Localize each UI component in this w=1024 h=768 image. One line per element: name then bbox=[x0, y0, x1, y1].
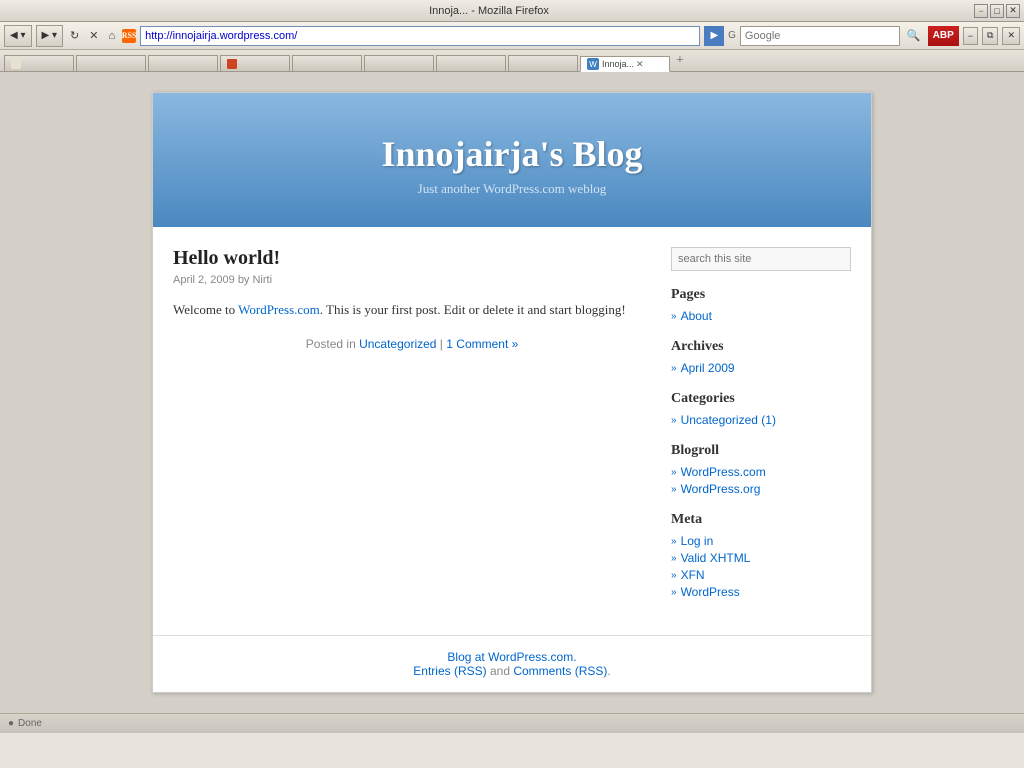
search-label: G bbox=[728, 30, 736, 41]
tab-close-icon[interactable]: ✕ bbox=[636, 59, 644, 70]
maximize-button[interactable]: □ bbox=[990, 4, 1004, 18]
april2009-link[interactable]: April 2009 bbox=[681, 361, 735, 375]
go-button[interactable]: ▶ bbox=[704, 26, 724, 46]
window-restore-small[interactable]: ⧉ bbox=[982, 27, 998, 45]
entries-rss-link[interactable]: Entries (RSS) bbox=[413, 664, 486, 678]
about-link[interactable]: About bbox=[681, 309, 712, 323]
sidebar-item-april2009: » April 2009 bbox=[671, 361, 851, 375]
post-title: Hello world! bbox=[173, 247, 651, 270]
active-tab-label: Innoja... bbox=[602, 59, 634, 69]
sidebar-item-xfn: » XFN bbox=[671, 568, 851, 582]
uncategorized-link[interactable]: Uncategorized (1) bbox=[681, 413, 776, 427]
blog-post: Hello world! April 2, 2009 by Nirti Welc… bbox=[173, 247, 651, 351]
sidebar-item-wordpress: » WordPress bbox=[671, 585, 851, 599]
sidebar-categories: Categories » Uncategorized (1) bbox=[671, 391, 851, 427]
post-meta: April 2, 2009 by Nirti bbox=[173, 274, 651, 286]
blogroll-heading: Blogroll bbox=[671, 443, 851, 459]
sidebar-item-wporg: » WordPress.org bbox=[671, 482, 851, 496]
post-footer: Posted in Uncategorized | 1 Comment » bbox=[173, 337, 651, 351]
blog-container: Innojairja's Blog Just another WordPress… bbox=[152, 92, 872, 693]
chevron-icon-categories: » bbox=[671, 415, 677, 426]
sidebar-search-input[interactable] bbox=[671, 247, 851, 271]
categories-heading: Categories bbox=[671, 391, 851, 407]
blog-title: Innojairja's Blog bbox=[173, 133, 851, 175]
browser-window: Innoja... - Mozilla Firefox − □ ✕ ◀ ▾ ▶ … bbox=[0, 0, 1024, 768]
sidebar-archives: Archives » April 2009 bbox=[671, 339, 851, 375]
chevron-icon-about: » bbox=[671, 311, 677, 322]
back-button[interactable]: ◀ ▾ bbox=[4, 25, 32, 47]
tab-active[interactable]: W Innoja... ✕ bbox=[580, 56, 670, 72]
pages-heading: Pages bbox=[671, 287, 851, 303]
tab-1[interactable] bbox=[4, 55, 74, 71]
browser-toolbar: ◀ ▾ ▶ ▾ ↻ ✕ ⌂ RSS ▶ G 🔍 ABP − ⧉ ✕ bbox=[0, 22, 1024, 50]
close-button[interactable]: ✕ bbox=[1006, 4, 1020, 18]
xfn-link[interactable]: XFN bbox=[681, 568, 705, 582]
chevron-icon-archives: » bbox=[671, 363, 677, 374]
meta-heading: Meta bbox=[671, 512, 851, 528]
wp-favicon: W bbox=[587, 58, 599, 70]
tab-5[interactable] bbox=[292, 55, 362, 71]
adblock-button[interactable]: ABP bbox=[928, 26, 959, 46]
address-bar[interactable] bbox=[140, 26, 700, 46]
address-bar-area: RSS ▶ bbox=[122, 26, 724, 46]
reload-button[interactable]: ↻ bbox=[67, 28, 82, 43]
sidebar-item-login: » Log in bbox=[671, 534, 851, 548]
sidebar-item-uncategorized: » Uncategorized (1) bbox=[671, 413, 851, 427]
tabs-bar: W Innoja... ✕ + bbox=[0, 50, 1024, 72]
status-dot: ● bbox=[8, 718, 14, 729]
status-text: Done bbox=[18, 718, 42, 729]
sidebar-pages: Pages » About bbox=[671, 287, 851, 323]
chevron-icon-xhtml: » bbox=[671, 553, 677, 564]
chevron-icon-wordpress: » bbox=[671, 587, 677, 598]
rss-icon[interactable]: RSS bbox=[122, 29, 136, 43]
archives-heading: Archives bbox=[671, 339, 851, 355]
xhtml-link[interactable]: Valid XHTML bbox=[681, 551, 751, 565]
page-content-area: Innojairja's Blog Just another WordPress… bbox=[0, 72, 1024, 713]
wporg-link[interactable]: WordPress.org bbox=[681, 482, 761, 496]
status-bar: ● Done bbox=[0, 713, 1024, 733]
content-area: Hello world! April 2, 2009 by Nirti Welc… bbox=[153, 227, 871, 635]
blog-header: Innojairja's Blog Just another WordPress… bbox=[153, 93, 871, 227]
wpcom-link[interactable]: WordPress.com bbox=[681, 465, 766, 479]
comment-link[interactable]: 1 Comment » bbox=[446, 337, 518, 351]
title-bar: Innoja... - Mozilla Firefox − □ ✕ bbox=[0, 0, 1024, 22]
chevron-icon-wporg: » bbox=[671, 484, 677, 495]
login-link[interactable]: Log in bbox=[681, 534, 714, 548]
sidebar-blogroll: Blogroll » WordPress.com » WordPress.org bbox=[671, 443, 851, 496]
category-link[interactable]: Uncategorized bbox=[359, 337, 436, 351]
sidebar-item-about: » About bbox=[671, 309, 851, 323]
tab-6[interactable] bbox=[364, 55, 434, 71]
chevron-icon-xfn: » bbox=[671, 570, 677, 581]
stop-button[interactable]: ✕ bbox=[86, 28, 101, 43]
blog-footer: Blog at WordPress.com.Entries (RSS) and … bbox=[153, 635, 871, 692]
blog-subtitle: Just another WordPress.com weblog bbox=[173, 181, 851, 197]
browser-search-input[interactable] bbox=[740, 26, 900, 46]
blog-at-wp-link[interactable]: Blog at WordPress.com. bbox=[447, 650, 576, 664]
tab-8[interactable] bbox=[508, 55, 578, 71]
tab-3[interactable] bbox=[148, 55, 218, 71]
tab-7[interactable] bbox=[436, 55, 506, 71]
window-title: Innoja... - Mozilla Firefox bbox=[4, 5, 974, 17]
minimize-button[interactable]: − bbox=[974, 4, 988, 18]
forward-button[interactable]: ▶ ▾ bbox=[36, 25, 64, 47]
chevron-icon-wpcom: » bbox=[671, 467, 677, 478]
sidebar-item-xhtml: » Valid XHTML bbox=[671, 551, 851, 565]
post-content: Welcome to WordPress.com. This is your f… bbox=[173, 300, 651, 321]
chevron-icon-login: » bbox=[671, 536, 677, 547]
home-button[interactable]: ⌂ bbox=[105, 29, 118, 43]
main-content: Hello world! April 2, 2009 by Nirti Welc… bbox=[173, 247, 651, 615]
wordpress-meta-link[interactable]: WordPress bbox=[681, 585, 740, 599]
window-close-small[interactable]: ✕ bbox=[1002, 27, 1020, 45]
window-controls[interactable]: − □ ✕ bbox=[974, 4, 1020, 18]
tab-4[interactable] bbox=[220, 55, 290, 71]
sidebar: Pages » About Archives » April 2009 bbox=[671, 247, 851, 615]
tab-2[interactable] bbox=[76, 55, 146, 71]
sidebar-meta: Meta » Log in » Valid XHTML » XFN bbox=[671, 512, 851, 599]
wordpress-link[interactable]: WordPress.com bbox=[238, 302, 320, 317]
window-minimize-small[interactable]: − bbox=[963, 27, 978, 45]
sidebar-item-wpcom: » WordPress.com bbox=[671, 465, 851, 479]
new-tab-button[interactable]: + bbox=[672, 53, 688, 69]
comments-rss-link[interactable]: Comments (RSS) bbox=[513, 664, 607, 678]
search-go-button[interactable]: 🔍 bbox=[904, 28, 924, 43]
